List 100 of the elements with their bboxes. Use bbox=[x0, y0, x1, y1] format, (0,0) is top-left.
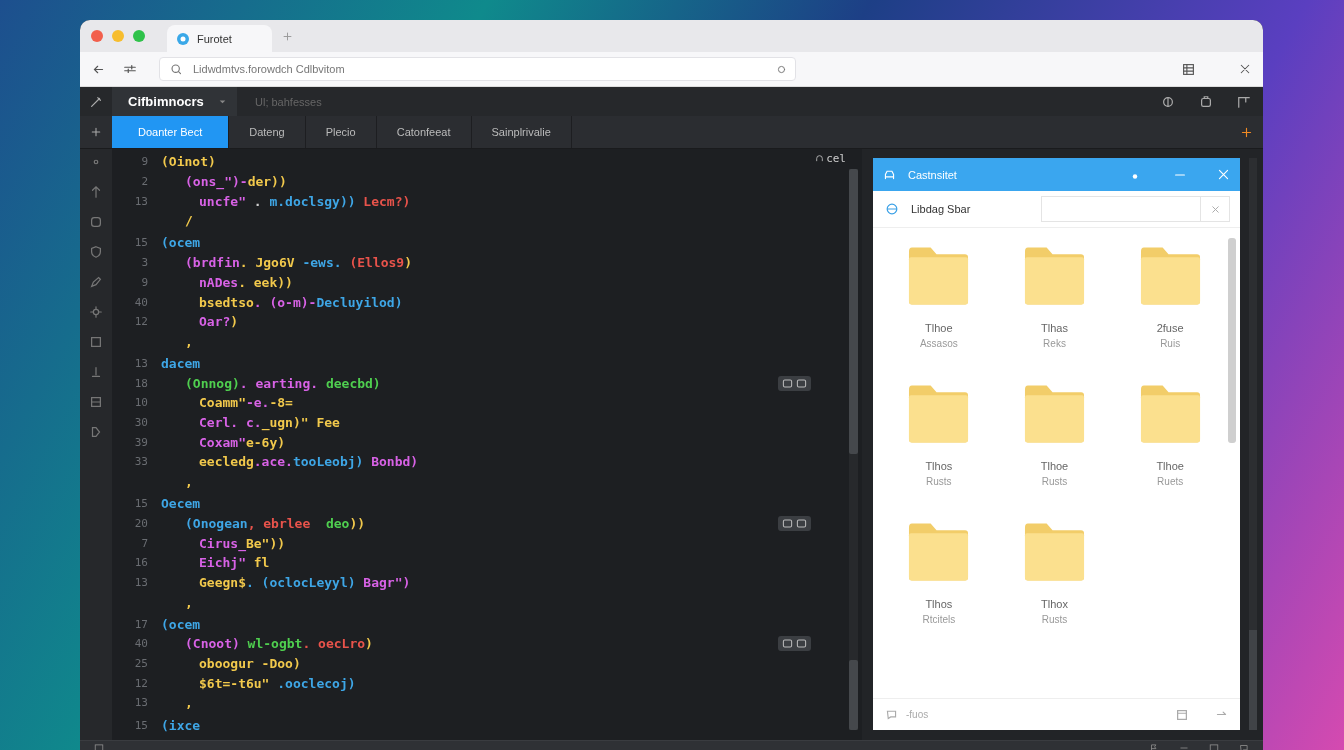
folder-name[interactable]: Tlhoe bbox=[1156, 459, 1184, 474]
folder-name[interactable]: Tlhoe bbox=[1040, 459, 1069, 474]
square-icon[interactable] bbox=[796, 517, 807, 529]
scrollbar[interactable] bbox=[1249, 158, 1257, 730]
shield-icon[interactable] bbox=[89, 245, 103, 259]
code-line: (ocem bbox=[161, 616, 201, 632]
pen-icon[interactable] bbox=[89, 94, 103, 109]
folder-name[interactable]: Tlhos bbox=[925, 597, 953, 612]
code-line: Cirus_Be")) bbox=[199, 535, 286, 551]
breadcrumb: Ul; bahfesses bbox=[255, 95, 322, 108]
line-number: 17 bbox=[133, 617, 148, 631]
layout-icon[interactable] bbox=[89, 395, 103, 409]
folder-detail: Rusts bbox=[1041, 475, 1068, 489]
line-actions[interactable] bbox=[778, 515, 811, 531]
project-tab[interactable]: Cifbimnocrs bbox=[112, 87, 237, 116]
chat-icon[interactable] bbox=[1239, 743, 1249, 750]
code-line: (Onogean, ebrlee deo)) bbox=[185, 515, 366, 531]
gear-icon[interactable] bbox=[89, 305, 103, 319]
code-line: Oecem bbox=[161, 496, 201, 512]
code-line: Geegn$. (oclocLeyyl) Bagr") bbox=[199, 574, 411, 590]
editor-tab[interactable]: Dateng bbox=[229, 116, 306, 148]
square-icon[interactable] bbox=[782, 638, 793, 650]
line-number: 12 bbox=[133, 315, 148, 329]
editor-tab[interactable]: Sainplrivalie bbox=[471, 116, 572, 148]
code-line: (ixce bbox=[161, 717, 201, 733]
package-icon[interactable] bbox=[1199, 94, 1213, 109]
square-icon[interactable] bbox=[796, 377, 807, 389]
square-icon[interactable] bbox=[89, 215, 103, 229]
code-line: , bbox=[185, 333, 193, 349]
code-line: (ons_")-der)) bbox=[185, 174, 287, 190]
folder-name[interactable]: Tlhos bbox=[925, 459, 953, 474]
square-icon[interactable] bbox=[796, 638, 807, 650]
new-tab-icon[interactable] bbox=[282, 30, 293, 42]
line-number: 30 bbox=[133, 416, 148, 430]
search-field[interactable] bbox=[1041, 196, 1230, 222]
line-actions[interactable] bbox=[778, 636, 811, 652]
folder-location: Libdag Sbar bbox=[911, 203, 971, 215]
line-actions[interactable] bbox=[778, 375, 811, 391]
editor-tab[interactable]: Plecio bbox=[305, 116, 377, 148]
flag-icon[interactable] bbox=[1149, 743, 1159, 750]
line-number: 40 bbox=[133, 637, 148, 651]
folder-detail: Rusts bbox=[1041, 613, 1068, 627]
pin-icon[interactable] bbox=[89, 185, 103, 199]
footer-text: -fuos bbox=[906, 709, 929, 720]
code-line: , bbox=[185, 474, 193, 490]
code-line: oboogur -Doo) bbox=[199, 656, 301, 672]
address-field[interactable]: Lidwdmtvs.forowdch Cdlbvitom bbox=[159, 57, 796, 81]
folder-name[interactable]: 2fuse bbox=[1156, 321, 1184, 336]
line-number: 15 bbox=[133, 718, 148, 732]
browser-tab[interactable]: Furotet bbox=[167, 25, 272, 52]
editor-tab[interactable]: Catonfeeat bbox=[376, 116, 472, 148]
line-number: 13 bbox=[133, 696, 148, 710]
line-number: 3 bbox=[140, 256, 148, 270]
folder-detail: Ruets bbox=[1157, 475, 1184, 489]
code-line: Coxam"e-6y) bbox=[199, 434, 286, 450]
code-line: Coamm"-e.-8= bbox=[199, 395, 293, 411]
folder-name[interactable]: Tlhas bbox=[1041, 321, 1068, 336]
search-icon bbox=[170, 62, 183, 76]
window-control-icon[interactable] bbox=[91, 30, 103, 42]
chat-icon[interactable] bbox=[885, 708, 898, 721]
window-icon[interactable] bbox=[1209, 743, 1219, 750]
add-icon[interactable] bbox=[1240, 125, 1253, 139]
line-number: 13 bbox=[133, 357, 148, 370]
panel-icon[interactable] bbox=[1237, 94, 1251, 109]
close-icon[interactable] bbox=[1217, 168, 1230, 181]
window-control-icon[interactable] bbox=[133, 30, 145, 42]
grid-icon[interactable] bbox=[1182, 62, 1195, 76]
tag-icon[interactable] bbox=[89, 425, 103, 439]
code-line: (ocem bbox=[161, 235, 201, 251]
tools-icon[interactable] bbox=[1239, 63, 1251, 75]
code-line: / bbox=[185, 213, 193, 229]
folder-detail: Rusts bbox=[926, 475, 952, 489]
folder-name[interactable]: Tlhoe bbox=[925, 321, 953, 336]
line-number: 9 bbox=[140, 275, 148, 289]
line-number: 15 bbox=[133, 236, 148, 250]
line-number: 13 bbox=[133, 194, 148, 208]
reload-icon[interactable] bbox=[776, 63, 787, 75]
code-line: dacem bbox=[161, 356, 201, 371]
calendar-icon[interactable] bbox=[1175, 707, 1189, 722]
line-number: 18 bbox=[133, 376, 148, 390]
square-icon[interactable] bbox=[782, 377, 793, 389]
add-icon[interactable] bbox=[90, 126, 102, 138]
square-icon[interactable] bbox=[89, 335, 103, 349]
line-number: 2 bbox=[140, 175, 148, 189]
folder-name[interactable]: Tlhox bbox=[1041, 597, 1068, 612]
terminal-icon[interactable] bbox=[94, 743, 104, 750]
sliders-icon[interactable] bbox=[123, 62, 137, 76]
code-line: , bbox=[185, 695, 193, 711]
folder-detail: Ruis bbox=[1160, 337, 1181, 351]
line-number: 13 bbox=[133, 575, 148, 589]
code-line: (brdfin. Jgo6V -ews. (Ellos9) bbox=[185, 255, 412, 271]
square-icon[interactable] bbox=[782, 517, 793, 529]
folder-detail: Assasos bbox=[919, 337, 958, 351]
code-line: Cerl. c._ugn)" Fee bbox=[199, 415, 340, 431]
pen-icon[interactable] bbox=[89, 275, 103, 289]
scrollbar[interactable] bbox=[849, 169, 858, 730]
line-number: 25 bbox=[133, 657, 148, 671]
car-icon bbox=[883, 168, 896, 181]
code-line: Eichj" fl bbox=[199, 555, 270, 571]
close-icon[interactable] bbox=[1209, 203, 1221, 215]
